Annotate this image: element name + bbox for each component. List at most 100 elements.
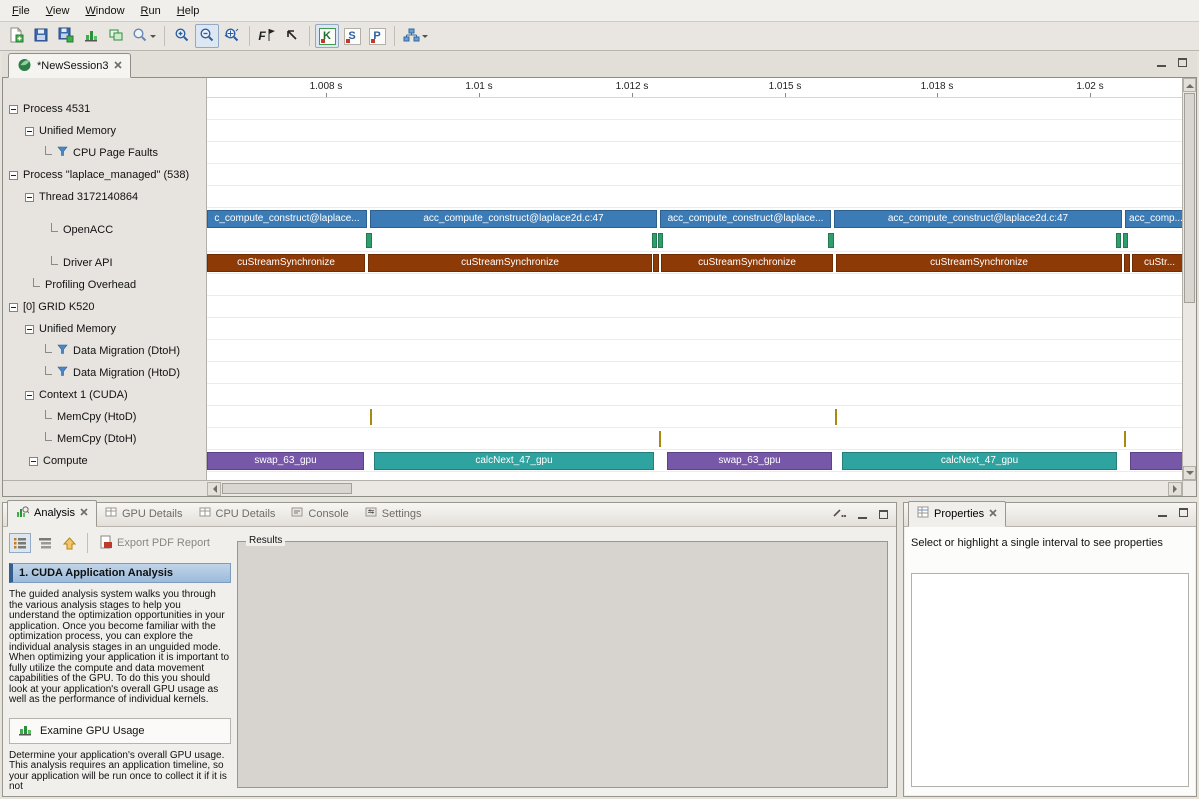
compare-windows-button[interactable] [104,24,128,48]
tab-gpu-details[interactable]: GPU Details [97,502,191,526]
collapse-icon[interactable] [9,105,18,114]
previous-marker-button[interactable] [280,24,304,48]
minimize-icon[interactable] [1158,509,1167,517]
collapse-icon[interactable] [25,193,34,202]
collapse-icon[interactable] [25,391,34,400]
zoom-out-button[interactable] [195,24,219,48]
zoom-in-button[interactable] [170,24,194,48]
memcpy-dtoh-interval[interactable] [1124,431,1126,447]
collapse-icon[interactable] [25,325,34,334]
openacc-wait-marker[interactable] [828,233,834,248]
collapse-icon[interactable] [9,303,18,312]
memcpy-htod-interval[interactable] [835,409,837,425]
menu-view[interactable]: View [38,2,78,20]
memcpy-dtoh-interval[interactable] [659,431,661,447]
tab-properties[interactable]: Properties [908,501,1006,527]
openacc-wait-marker[interactable] [366,233,372,248]
profile-application-button[interactable] [79,24,103,48]
tree-row-memcpy-dtoh[interactable]: MemCpy (DtoH) [3,428,206,450]
new-session-button[interactable] [4,24,28,48]
compute-kernel-interval[interactable]: swap_63_gpu [667,452,832,470]
guided-analysis-toggle[interactable] [9,533,31,553]
collapse-icon[interactable] [9,171,18,180]
analysis-methods-button[interactable] [400,24,431,48]
openacc-interval[interactable]: acc_compute_construct@laplace2d.c:47 [834,210,1122,228]
minimize-icon[interactable] [1157,59,1166,67]
driver-api-interval[interactable]: cuStr... [1132,254,1182,272]
compute-kernel-interval[interactable]: calcNext_47_gpu [374,452,654,470]
scroll-right-button[interactable] [1168,482,1182,496]
scroll-down-button[interactable] [1183,466,1196,480]
menu-run[interactable]: Run [133,2,169,20]
tree-row-profiling-overhead[interactable]: Profiling Overhead [3,274,206,296]
zoom-fit-button[interactable] [220,24,244,48]
menu-window[interactable]: Window [77,2,132,20]
tree-row-grid-k520[interactable]: [0] GRID K520 [3,296,206,318]
tree-row-process-4531[interactable]: Process 4531 [3,98,206,120]
maximize-icon[interactable] [1178,58,1187,67]
pc-sampling-toggle[interactable]: P [365,24,389,48]
menu-file[interactable]: File [4,2,38,20]
memcpy-htod-interval[interactable] [370,409,372,425]
source-view-toggle[interactable]: S [340,24,364,48]
export-pdf-report-button[interactable]: Export PDF Report [95,533,214,553]
driver-api-interval[interactable]: cuStreamSynchronize [836,254,1122,272]
analysis-tab-close-button[interactable] [80,507,88,519]
tree-row-context-1[interactable]: Context 1 (CUDA) [3,384,206,406]
driver-api-interval[interactable]: cuStreamSynchronize [368,254,652,272]
tree-row-process-laplace[interactable]: Process "laplace_managed" (538) [3,164,206,186]
examine-gpu-usage-button[interactable]: Examine GPU Usage [9,718,231,744]
flag-marker-button[interactable]: F [255,24,279,48]
maximize-icon[interactable] [879,510,888,519]
scroll-up-button[interactable] [1183,78,1196,92]
tree-row-unified-memory-gpu[interactable]: Unified Memory [3,318,206,340]
tab-console[interactable]: Console [283,502,356,526]
compute-kernel-interval[interactable]: calcNext_47_gpu [842,452,1117,470]
vertical-scrollbar[interactable] [1182,78,1196,480]
openacc-wait-marker[interactable] [1116,233,1121,248]
openacc-wait-marker[interactable] [658,233,663,248]
tree-row-thread[interactable]: Thread 3172140864 [3,186,206,208]
tree-row-cpu-page-faults[interactable]: CPU Page Faults [3,142,206,164]
openacc-wait-marker[interactable] [652,233,657,248]
openacc-interval[interactable]: acc_comp... [1125,210,1182,228]
unguided-analysis-toggle[interactable] [34,533,56,553]
openacc-wait-marker[interactable] [1123,233,1128,248]
timeline-canvas[interactable]: c_compute_construct@laplace... acc_compu… [207,98,1182,480]
tree-row-compute[interactable]: Compute [3,450,206,472]
save-session-button[interactable] [29,24,53,48]
tree-row-unified-memory[interactable]: Unified Memory [3,120,206,142]
vertical-scroll-thumb[interactable] [1184,93,1195,303]
openacc-interval[interactable]: acc_compute_construct@laplace2d.c:47 [370,210,657,228]
tab-analysis[interactable]: Analysis [7,500,97,527]
maximize-icon[interactable] [1179,508,1188,517]
tree-row-data-migration-dtoh[interactable]: Data Migration (DtoH) [3,340,206,362]
tree-row-memcpy-htod[interactable]: MemCpy (HtoD) [3,406,206,428]
view-menu-icon[interactable] [832,508,846,521]
driver-api-interval[interactable] [653,254,659,272]
horizontal-scrollbar[interactable] [207,480,1182,496]
collapse-icon[interactable] [29,457,38,466]
session-tab-close-button[interactable] [114,60,122,72]
tab-settings[interactable]: Settings [357,502,430,526]
tree-row-driver-api[interactable]: Driver API [3,252,206,274]
save-session-as-button[interactable] [54,24,78,48]
compute-kernel-interval[interactable] [1130,452,1182,470]
driver-api-interval[interactable]: cuStreamSynchronize [207,254,365,272]
driver-api-interval[interactable] [1124,254,1130,272]
horizontal-scroll-thumb[interactable] [222,483,352,494]
tree-row-data-migration-htod[interactable]: Data Migration (HtoD) [3,362,206,384]
properties-tab-close-button[interactable] [989,508,997,520]
kernel-analysis-toggle[interactable]: K [315,24,339,48]
time-ruler[interactable]: 1.008 s 1.01 s 1.012 s 1.015 s 1.018 s 1… [207,78,1182,98]
collapse-icon[interactable] [25,127,34,136]
menu-help[interactable]: Help [169,2,208,20]
scroll-left-button[interactable] [207,482,221,496]
search-settings-button[interactable] [129,24,159,48]
openacc-interval[interactable]: acc_compute_construct@laplace... [660,210,831,228]
compute-kernel-interval[interactable]: swap_63_gpu [207,452,364,470]
driver-api-interval[interactable]: cuStreamSynchronize [661,254,833,272]
tab-cpu-details[interactable]: CPU Details [191,502,284,526]
minimize-icon[interactable] [858,511,867,519]
tree-row-openacc[interactable]: OpenACC [3,208,206,252]
